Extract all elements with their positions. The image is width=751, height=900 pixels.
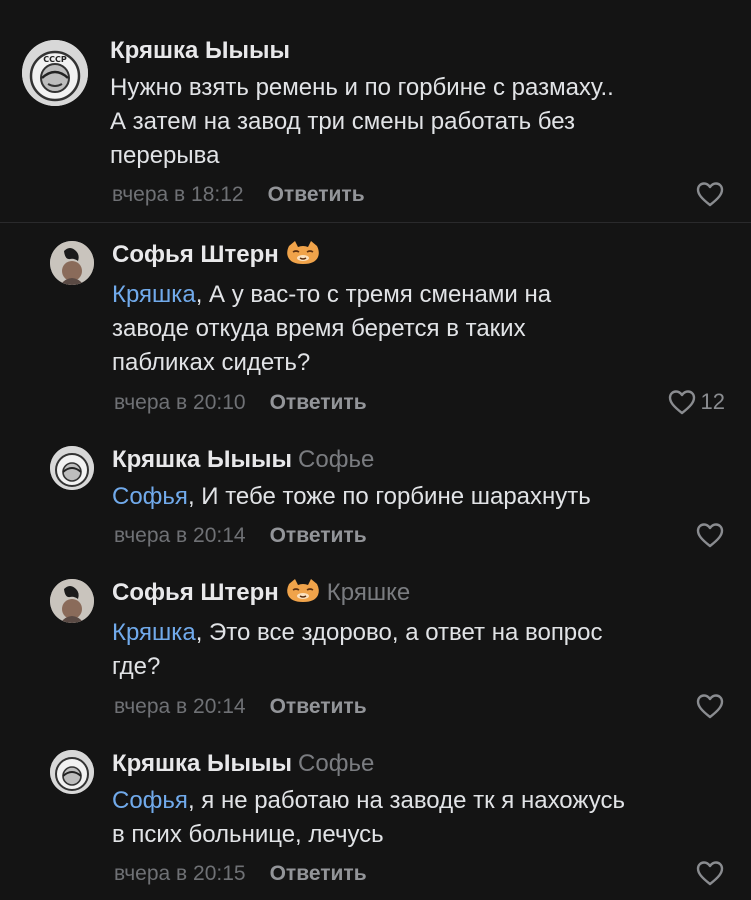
cat-face-emoji: [286, 579, 319, 602]
reply-to-label[interactable]: Софье: [298, 446, 374, 473]
cosmonaut-avatar-icon: СССР: [22, 40, 88, 106]
text-line: заводе откуда время берется в таких: [112, 315, 526, 342]
comment-time: вчера в 20:14: [114, 695, 246, 718]
comment-author[interactable]: Софья Штерн Кряшке: [112, 578, 410, 608]
text-line: пабликах сидеть?: [112, 349, 311, 376]
mention-link[interactable]: Кряшка: [112, 619, 196, 646]
reply-button[interactable]: Ответить: [268, 183, 365, 206]
reply-button[interactable]: Ответить: [270, 862, 367, 885]
author-name[interactable]: Софья Штерн: [112, 579, 279, 606]
author-name[interactable]: Софья Штерн: [112, 241, 279, 268]
mention-link[interactable]: Софья: [112, 787, 188, 814]
like-button[interactable]: [695, 180, 725, 208]
comment-time: вчера в 20:14: [114, 524, 246, 547]
text-line: где?: [112, 653, 161, 680]
cosmonaut-avatar-icon: [50, 750, 94, 794]
comment-author[interactable]: Кряшка Ыыыы: [110, 36, 290, 66]
like-button[interactable]: [695, 521, 725, 549]
heart-outline-icon: [696, 182, 724, 207]
avatar[interactable]: [50, 446, 94, 490]
heart-outline-icon: [696, 523, 724, 548]
avatar[interactable]: СССР: [22, 40, 88, 106]
text-line: в псих больнице, лечусь: [112, 821, 384, 848]
like-button[interactable]: [695, 692, 725, 720]
mention-link[interactable]: Кряшка: [112, 281, 196, 308]
like-count: 12: [700, 389, 725, 414]
girl-with-crow-avatar-icon: [50, 241, 94, 285]
avatar[interactable]: [50, 241, 94, 285]
comment-text: Кряшка, Это все здорово, а ответ на вопр…: [112, 616, 722, 684]
comment-time: вчера в 18:12: [112, 183, 244, 206]
author-name[interactable]: Кряшка Ыыыы: [110, 37, 290, 64]
svg-text:СССР: СССР: [43, 55, 67, 64]
author-name[interactable]: Кряшка Ыыыы: [112, 750, 292, 777]
text-fragment: , И тебе тоже по горбине шарахнуть: [187, 483, 591, 510]
comment-meta: вчера в 20:10 Ответить: [114, 389, 367, 417]
cat-face-emoji: [286, 241, 319, 264]
text-fragment: , А у вас-то с тремя сменами на: [195, 281, 552, 308]
cosmonaut-avatar-icon: [50, 446, 94, 490]
text-fragment: , Это все здорово, а ответ на вопрос: [195, 619, 603, 646]
divider: [0, 222, 751, 223]
text-line: Кряшка, Это все здорово, а ответ на вопр…: [112, 616, 722, 650]
reply-to-label[interactable]: Софье: [298, 750, 374, 777]
text-line: А затем на завод три смены работать без: [110, 108, 576, 135]
comment-author[interactable]: Софья Штерн: [112, 240, 321, 270]
avatar[interactable]: [50, 750, 94, 794]
like-button[interactable]: [695, 859, 725, 887]
author-name[interactable]: Кряшка Ыыыы: [112, 446, 292, 473]
comment-text: Нужно взять ремень и по горбине с размах…: [110, 71, 730, 173]
avatar[interactable]: [50, 579, 94, 623]
comment-author[interactable]: Кряшка Ыыыы Софье: [112, 445, 374, 475]
comment-time: вчера в 20:10: [114, 391, 246, 414]
reply-button[interactable]: Ответить: [270, 695, 367, 718]
reply-button[interactable]: Ответить: [270, 524, 367, 547]
text-line: Нужно взять ремень и по горбине с размах…: [110, 74, 614, 101]
girl-with-crow-avatar-icon: [50, 579, 94, 623]
reply-to-label[interactable]: Кряшке: [327, 579, 410, 606]
comment-text: Софья, И тебе тоже по горбине шарахнуть: [112, 480, 722, 514]
comment-meta: вчера в 20:14 Ответить: [114, 522, 367, 550]
heart-outline-icon: [668, 390, 695, 415]
text-line: Софья, я не работаю на заводе тк я нахож…: [112, 784, 722, 818]
comment-meta: вчера в 20:15 Ответить: [114, 860, 367, 888]
mention-link[interactable]: Софья: [112, 483, 188, 510]
heart-outline-icon: [696, 861, 724, 886]
comment-meta: вчера в 18:12 Ответить: [112, 181, 365, 209]
like-button[interactable]: 12: [667, 388, 725, 416]
text-line: Кряшка, А у вас-то с тремя сменами на: [112, 278, 722, 312]
comment-text: Кряшка, А у вас-то с тремя сменами на за…: [112, 278, 722, 380]
comment-text: Софья, я не работаю на заводе тк я нахож…: [112, 784, 722, 852]
text-fragment: , я не работаю на заводе тк я нахожусь: [187, 787, 625, 814]
text-line: Софья, И тебе тоже по горбине шарахнуть: [112, 480, 722, 514]
reply-button[interactable]: Ответить: [270, 391, 367, 414]
comment-time: вчера в 20:15: [114, 862, 246, 885]
comment-meta: вчера в 20:14 Ответить: [114, 693, 367, 721]
heart-outline-icon: [696, 694, 724, 719]
comment-author[interactable]: Кряшка Ыыыы Софье: [112, 749, 374, 779]
text-line: перерыва: [110, 142, 220, 169]
